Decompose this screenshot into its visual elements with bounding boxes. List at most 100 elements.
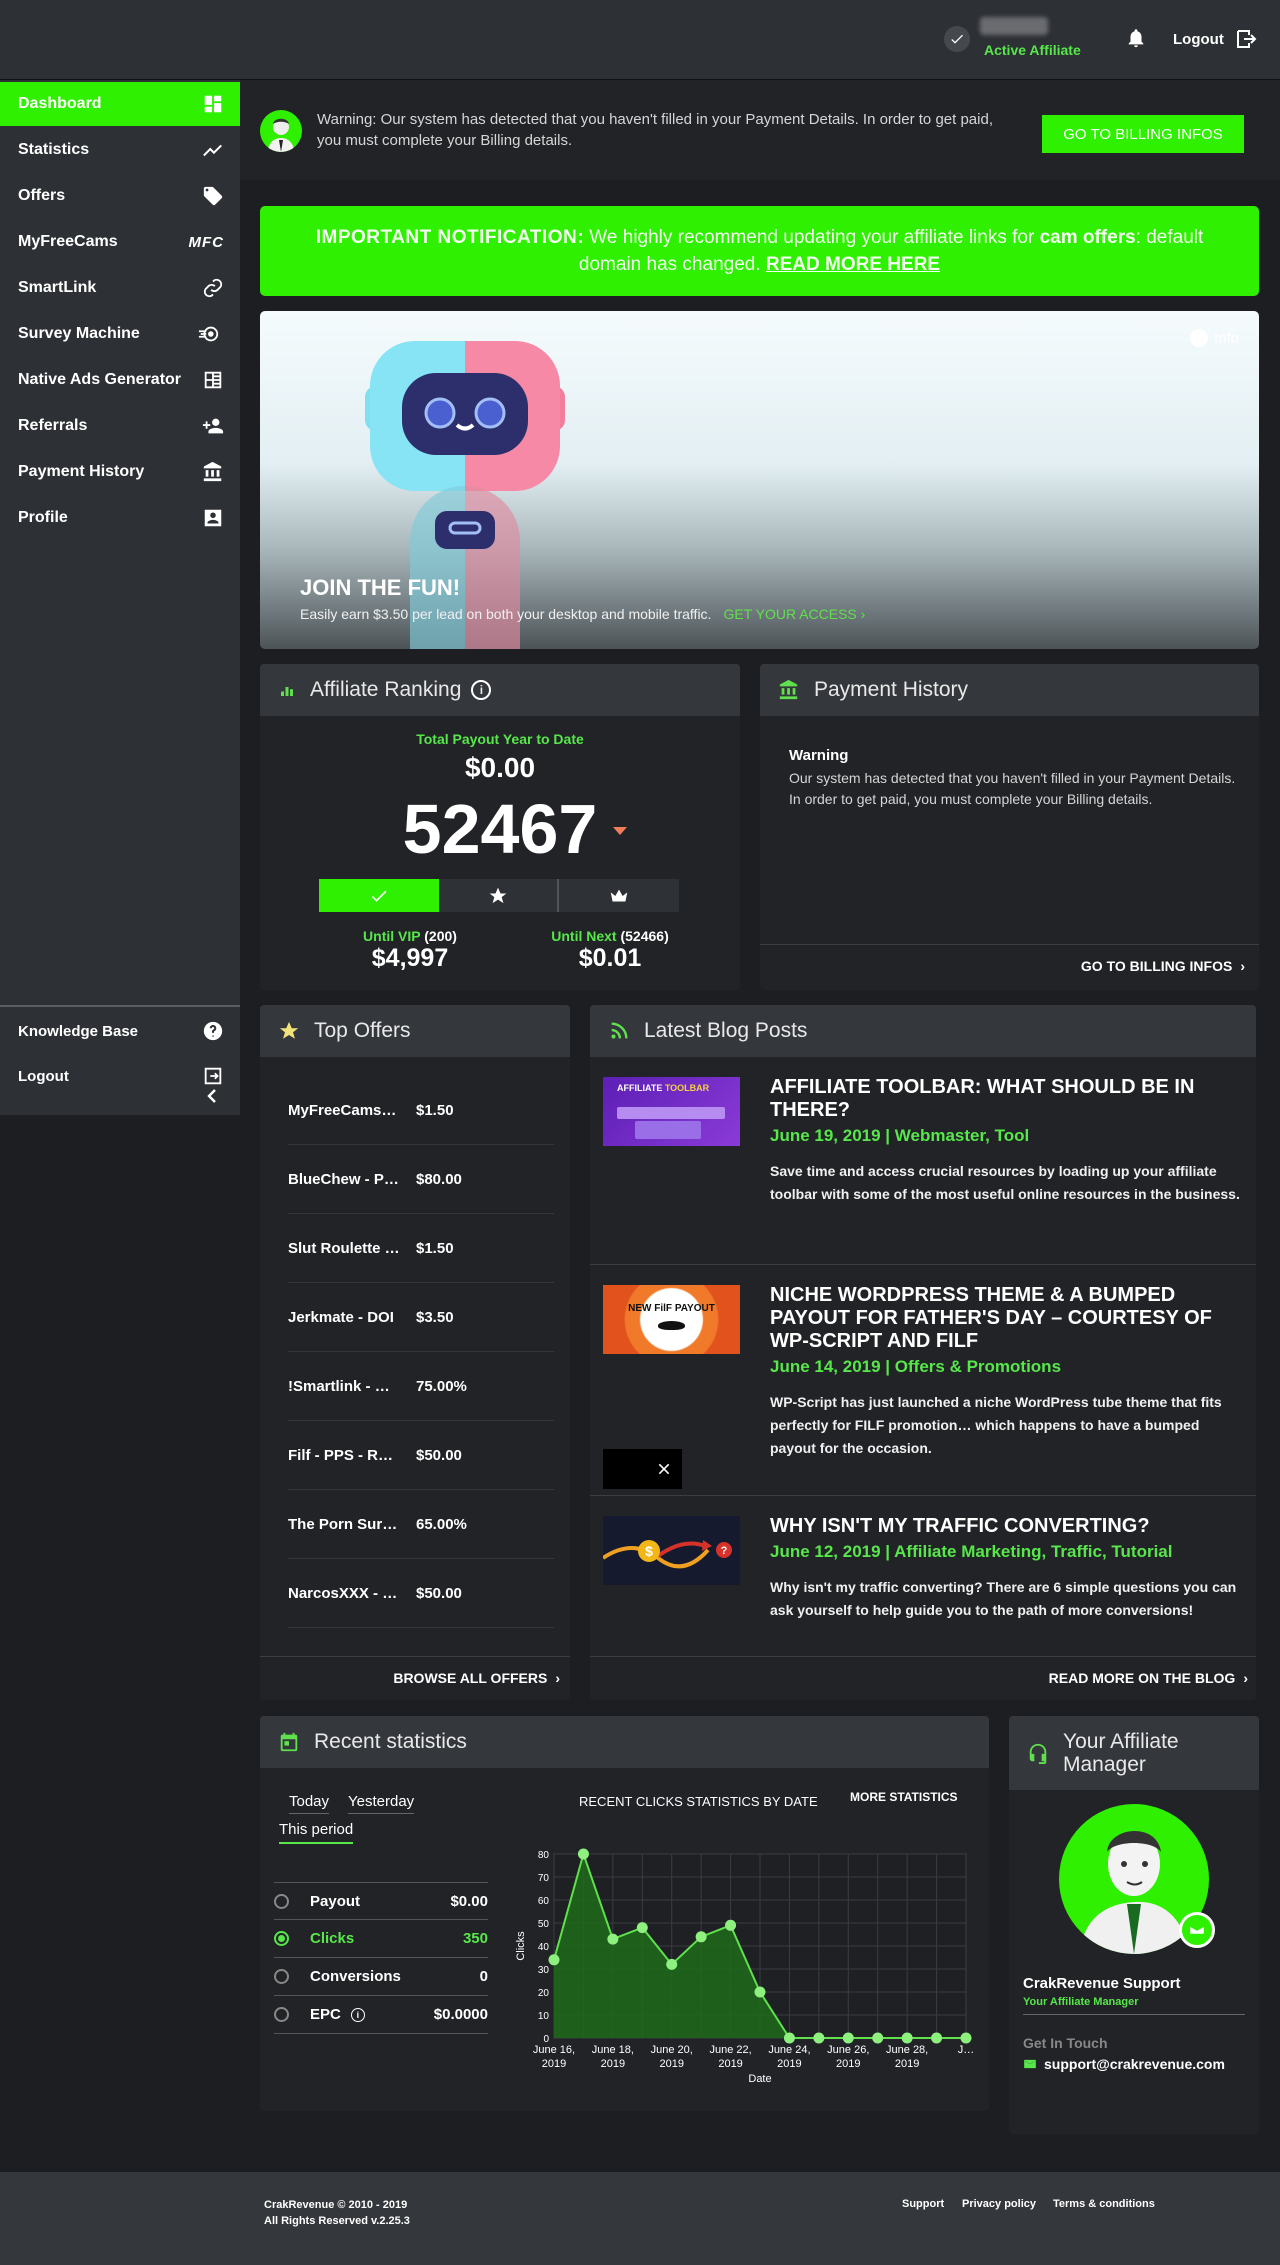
blog-post[interactable]: AFFILIATE TOOLBAR: WHAT SHOULD BE IN THE…	[770, 1076, 1240, 1206]
offer-row[interactable]: The Porn Survey 65.00%	[288, 1490, 554, 1559]
logout-link[interactable]: Logout	[1173, 27, 1258, 51]
footer-link-privacy[interactable]: Privacy policy	[962, 2198, 1036, 2210]
bar-chart-icon	[281, 687, 293, 696]
data-point	[548, 1954, 560, 1966]
post-title[interactable]: NICHE WORDPRESS THEME & A BUMPED PAYOUT …	[770, 1284, 1240, 1353]
y-tick-label: 70	[538, 1873, 550, 1884]
radio-button[interactable]	[274, 2007, 289, 2022]
sidebar-item-label: Profile	[18, 509, 68, 526]
card-divider	[590, 1264, 1256, 1265]
x-tick-label: 2019	[542, 2058, 566, 2070]
read-more-link[interactable]: READ MORE HERE	[766, 254, 940, 275]
x-tick-label: 2019	[777, 2058, 801, 2070]
footer-rights: All Rights Reserved v.2.25.3	[264, 2215, 410, 2227]
data-point	[607, 1933, 619, 1945]
offer-row[interactable]: NarcosXXX - PPS $50.00	[288, 1559, 554, 1628]
post-thumbnail[interactable]: AFFILIATE TOOLBAR	[603, 1077, 740, 1146]
data-point	[901, 2032, 913, 2044]
offer-payout: $50.00	[416, 1584, 462, 1602]
sidebar-item-label: Survey Machine	[18, 325, 140, 342]
stat-row-payout[interactable]: Payout $0.00	[274, 1882, 488, 1920]
more-statistics-link[interactable]: MORE STATISTICS	[850, 1790, 958, 1804]
offer-payout: $3.50	[416, 1308, 454, 1326]
post-thumbnail[interactable]: NEW FilF PAYOUT	[603, 1285, 740, 1354]
footer-link-support[interactable]: Support	[902, 2198, 944, 2210]
go-to-billing-link[interactable]: GO TO BILLING INFOS ›	[1081, 958, 1245, 974]
manager-email[interactable]: support@crakrevenue.com	[1023, 2056, 1225, 2072]
browse-all-offers-link[interactable]: BROWSE ALL OFFERS ›	[393, 1670, 560, 1686]
data-point	[754, 1986, 766, 1998]
x-axis-label: Date	[748, 2073, 771, 2085]
sidebar-item-label: SmartLink	[18, 279, 97, 296]
sidebar-item-statistics[interactable]: Statistics	[0, 128, 240, 172]
post-title[interactable]: AFFILIATE TOOLBAR: WHAT SHOULD BE IN THE…	[770, 1076, 1240, 1122]
info-icon[interactable]: i	[471, 680, 492, 700]
offer-name: The Porn Survey	[288, 1515, 400, 1533]
sidebar-item-survey-machine[interactable]: Survey Machine	[0, 312, 240, 356]
banner-info[interactable]: Info	[1189, 329, 1239, 347]
sidebar-item-label: Knowledge Base	[18, 1022, 139, 1040]
blog-title: Latest Blog Posts	[644, 1019, 808, 1042]
blog-post[interactable]: WHY ISN'T MY TRAFFIC CONVERTING? June 12…	[770, 1515, 1240, 1622]
offer-row[interactable]: Slut Roulette - PPS $1.50	[288, 1214, 554, 1283]
tab-yesterday[interactable]: Yesterday	[348, 1793, 415, 1814]
rank-down-arrow-icon	[613, 827, 627, 835]
offer-row[interactable]: Filf - PPS - Revshare $50.00	[288, 1421, 554, 1490]
sidebar-item-dashboard[interactable]: Dashboard	[0, 82, 240, 126]
offer-row[interactable]: Jerkmate - DOI $3.50	[288, 1283, 554, 1352]
sidebar-item-knowledge-base[interactable]: Knowledge Base	[0, 1009, 240, 1053]
stat-row-conversions[interactable]: Conversions 0	[274, 1958, 488, 1996]
notification-bold: cam offers	[1039, 227, 1136, 248]
until-vip-label: Until VIP	[363, 928, 421, 944]
blog-post[interactable]: NICHE WORDPRESS THEME & A BUMPED PAYOUT …	[770, 1284, 1240, 1460]
offer-row[interactable]: MyFreeCams - PPS $1.50	[288, 1076, 554, 1145]
radio-button[interactable]	[274, 1893, 289, 1909]
card-divider	[1023, 2014, 1245, 2015]
tab-today[interactable]: Today	[289, 1793, 330, 1814]
stat-label: Conversions	[310, 1968, 401, 1985]
y-tick-label: 20	[538, 1988, 550, 1999]
stat-row-clicks[interactable]: Clicks 350	[274, 1920, 488, 1958]
post-title[interactable]: WHY ISN'T MY TRAFFIC CONVERTING?	[770, 1515, 1240, 1538]
get-access-link[interactable]: GET YOUR ACCESS ›	[723, 606, 865, 622]
read-more-blog-link[interactable]: READ MORE ON THE BLOG ›	[1049, 1670, 1248, 1686]
dismiss-overlay[interactable]	[603, 1449, 682, 1489]
chevron-right-icon: ›	[555, 1670, 560, 1686]
ranking-header: Affiliate Ranking i	[260, 664, 740, 716]
chevron-left-icon	[207, 1089, 216, 1103]
y-tick-label: 50	[538, 1919, 550, 1930]
sidebar-item-referrals[interactable]: Referrals	[0, 404, 240, 448]
username-blurred[interactable]	[980, 17, 1048, 35]
rss-icon	[611, 1022, 628, 1039]
until-next-label: Until Next	[551, 928, 617, 944]
stat-row-epc[interactable]: EPC i $0.0000	[274, 1996, 488, 2034]
offer-row[interactable]: !Smartlink - Desktop 75.00%	[288, 1352, 554, 1421]
thumb-caption: NEW FilF PAYOUT	[628, 1303, 715, 1314]
banner-title: JOIN THE FUN!	[300, 575, 461, 600]
radio-button[interactable]	[274, 1969, 289, 1984]
sidebar-item-offers[interactable]: Offers	[0, 174, 240, 218]
promo-banner[interactable]: Info JOIN THE FUN! Easily earn $3.50 per…	[260, 311, 1259, 649]
footer-link-terms[interactable]: Terms & conditions	[1053, 2198, 1155, 2210]
sidebar-item-myfreecams[interactable]: MyFreeCams MFC	[0, 220, 240, 264]
x-tick-label: J…	[958, 2044, 975, 2056]
post-thumbnail[interactable]: $?	[603, 1516, 740, 1585]
y-tick-label: 40	[538, 1942, 550, 1953]
recent-statistics-header: Recent statistics	[260, 1716, 989, 1768]
go-to-billing-button[interactable]: GO TO BILLING INFOS	[1042, 115, 1244, 153]
sidebar-item-smartlink[interactable]: SmartLink	[0, 266, 240, 310]
sidebar-item-profile[interactable]: Profile	[0, 496, 240, 540]
info-icon[interactable]: i	[350, 2007, 365, 2022]
x-tick-label: June 28,	[886, 2044, 928, 2056]
tab-this-period[interactable]: This period	[279, 1821, 354, 1844]
collapse-sidebar-button[interactable]	[200, 1084, 224, 1108]
bell-icon[interactable]	[1125, 27, 1147, 49]
level-affiliate	[319, 879, 439, 912]
sidebar-item-native-ads[interactable]: Native Ads Generator	[0, 358, 240, 402]
offer-row[interactable]: BlueChew - PPS $80.00	[288, 1145, 554, 1214]
radio-button[interactable]	[274, 1931, 289, 1946]
x-tick-label: June 22,	[709, 2044, 751, 2056]
data-point	[577, 1848, 589, 1860]
rank-value: 52467	[402, 790, 598, 868]
sidebar-item-payment-history[interactable]: Payment History	[0, 450, 240, 494]
